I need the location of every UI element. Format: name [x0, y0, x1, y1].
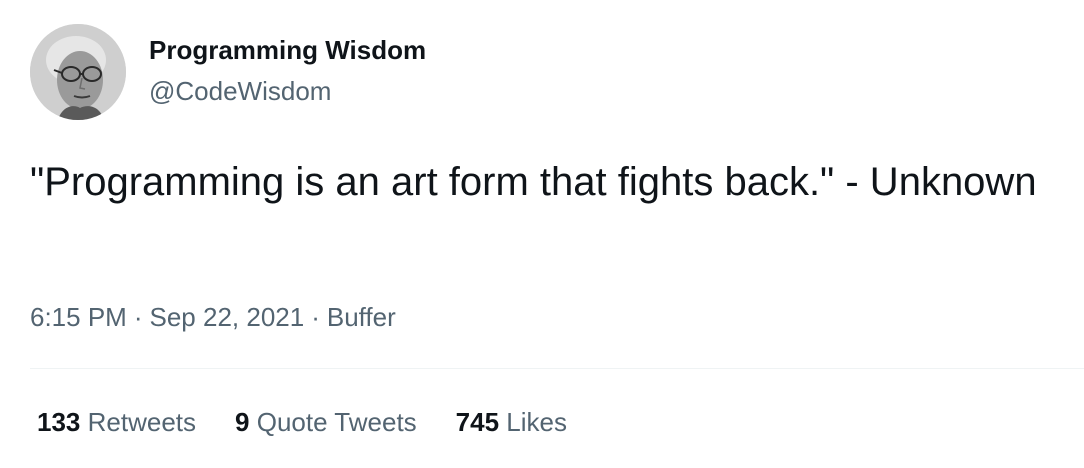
- tweet-source[interactable]: Buffer: [327, 302, 396, 332]
- quote-tweets-stat[interactable]: 9 Quote Tweets: [235, 405, 417, 439]
- likes-stat[interactable]: 745 Likes: [456, 405, 567, 439]
- tweet-date[interactable]: Sep 22, 2021: [150, 302, 305, 332]
- likes-count: 745: [455, 407, 500, 437]
- author-name[interactable]: Programming Wisdom: [149, 33, 426, 67]
- tweet-stats: 133 Retweets 9 Quote Tweets 745 Likes: [37, 405, 567, 439]
- retweets-label: Retweets: [87, 407, 197, 437]
- tweet-card: Programming Wisdom @CodeWisdom "Programm…: [0, 0, 1084, 468]
- portrait-icon: [30, 24, 126, 120]
- meta-separator: ·: [133, 302, 143, 332]
- retweets-count: 133: [37, 407, 81, 437]
- likes-label: Likes: [506, 407, 567, 437]
- meta-separator: ·: [311, 302, 320, 332]
- quote-tweets-label: Quote Tweets: [256, 407, 417, 437]
- avatar[interactable]: [30, 24, 126, 120]
- divider: [30, 368, 1084, 369]
- tweet-text: "Programming is an art form that fights …: [30, 160, 1037, 204]
- tweet-time[interactable]: 6:15 PM: [30, 302, 127, 332]
- author-handle[interactable]: @CodeWisdom: [149, 74, 331, 108]
- tweet-meta: 6:15 PM · Sep 22, 2021 · Buffer: [30, 300, 396, 334]
- quote-tweets-count: 9: [235, 407, 250, 437]
- retweets-stat[interactable]: 133 Retweets: [37, 405, 196, 439]
